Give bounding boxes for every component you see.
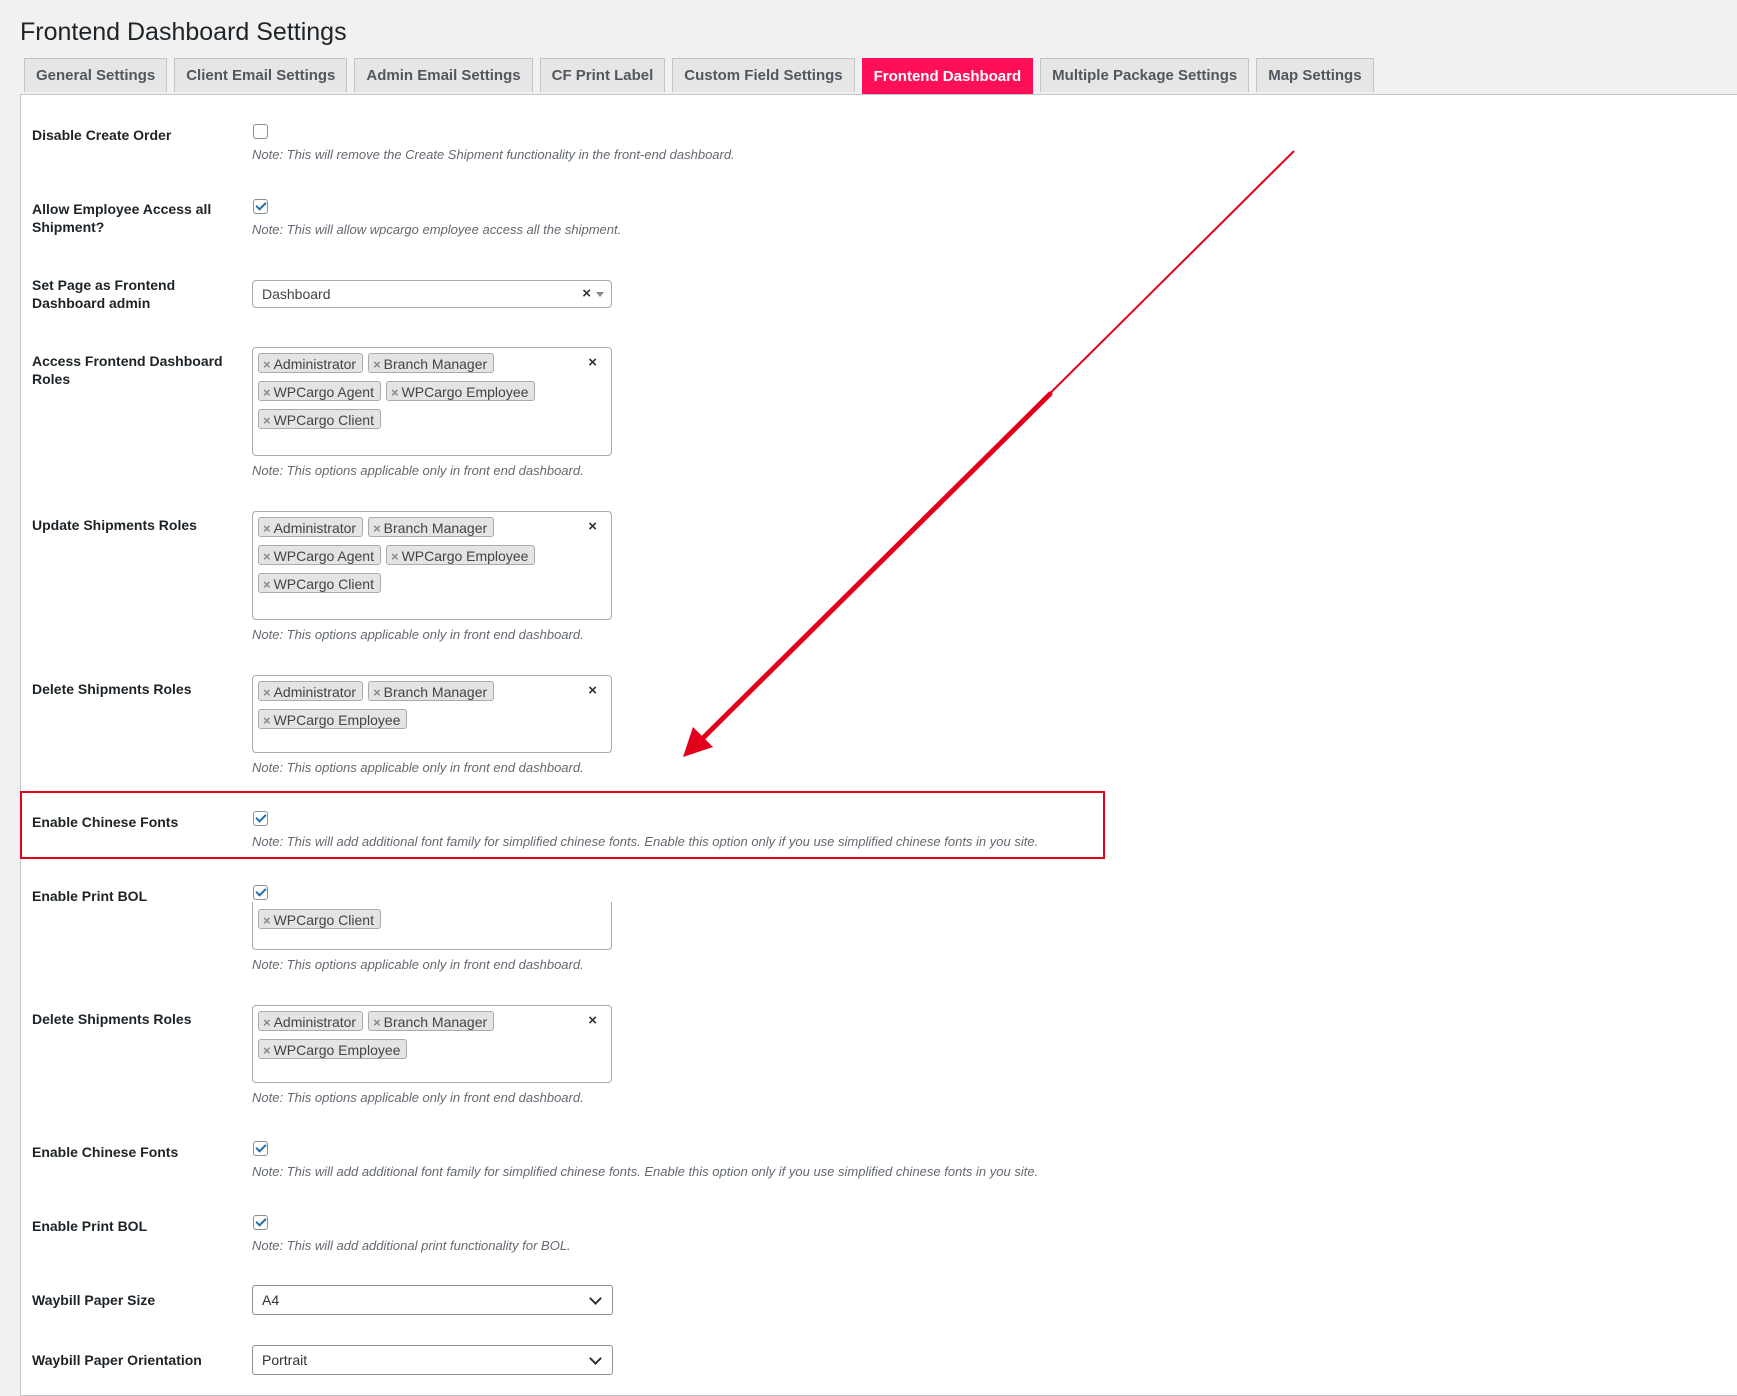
arrow-thick-line <box>697 391 1053 744</box>
annotation-arrow <box>683 150 1295 757</box>
